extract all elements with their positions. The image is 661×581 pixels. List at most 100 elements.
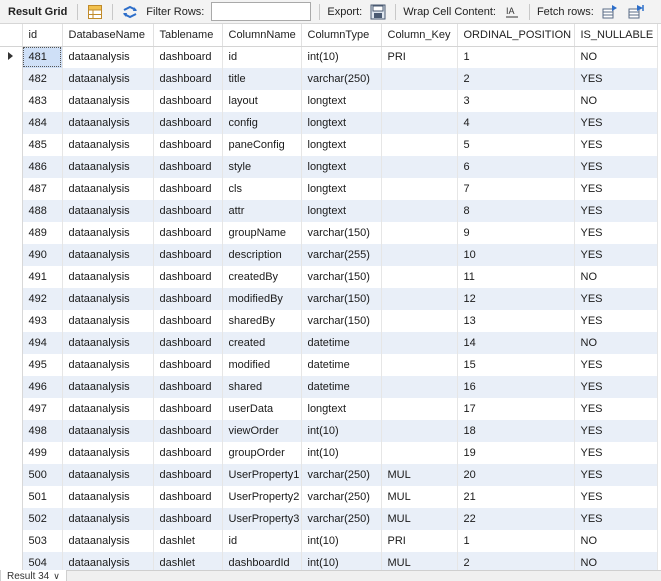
cell-is-nullable[interactable]: YES — [574, 156, 658, 178]
wrap-cell-icon[interactable]: IA — [503, 3, 521, 21]
row-selector[interactable] — [0, 310, 23, 332]
cell-columntype[interactable]: varchar(250) — [301, 508, 382, 530]
row-selector[interactable] — [0, 90, 23, 112]
cell-columnname[interactable]: style — [222, 156, 302, 178]
table-row[interactable]: 498 dataanalysis dashboard viewOrder int(10)… — [0, 420, 658, 442]
table-row[interactable]: 484 dataanalysis dashboard config longtext 4 Y… — [0, 112, 658, 134]
cell-is-nullable[interactable]: YES — [574, 134, 658, 156]
cell-databasename[interactable]: dataanalysis — [62, 552, 154, 570]
row-selector[interactable] — [0, 46, 23, 68]
table-row[interactable]: 496 dataanalysis dashboard shared datetime 16… — [0, 376, 658, 398]
cell-columnname[interactable]: viewOrder — [222, 420, 302, 442]
cell-is-nullable[interactable]: YES — [574, 222, 658, 244]
cell-ordinal-position[interactable]: 19 — [457, 442, 575, 464]
cell-columntype[interactable]: varchar(250) — [301, 464, 382, 486]
cell-columntype[interactable]: datetime — [301, 376, 382, 398]
refresh-icon[interactable] — [121, 3, 139, 21]
cell-column-key[interactable] — [381, 112, 458, 134]
column-header-columnname[interactable]: ColumnName — [222, 24, 302, 47]
table-row[interactable]: 491 dataanalysis dashboard createdBy varchar… — [0, 266, 658, 288]
cell-id[interactable]: 496 — [22, 376, 63, 398]
row-selector[interactable] — [0, 530, 23, 552]
cell-tablename[interactable]: dashboard — [153, 178, 223, 200]
cell-id[interactable]: 487 — [22, 178, 63, 200]
cell-is-nullable[interactable]: NO — [574, 46, 658, 68]
cell-columnname[interactable]: UserProperty2 — [222, 486, 302, 508]
cell-databasename[interactable]: dataanalysis — [62, 266, 154, 288]
cell-columntype[interactable]: varchar(150) — [301, 288, 382, 310]
cell-id[interactable]: 494 — [22, 332, 63, 354]
result-tab[interactable]: Result 34 ∨ — [0, 570, 67, 581]
cell-databasename[interactable]: dataanalysis — [62, 90, 154, 112]
cell-id[interactable]: 502 — [22, 508, 63, 530]
cell-columnname[interactable]: shared — [222, 376, 302, 398]
cell-id[interactable]: 486 — [22, 156, 63, 178]
row-selector[interactable] — [0, 288, 23, 310]
cell-ordinal-position[interactable]: 15 — [457, 354, 575, 376]
cell-id[interactable]: 499 — [22, 442, 63, 464]
cell-ordinal-position[interactable]: 10 — [457, 244, 575, 266]
cell-columntype[interactable]: varchar(250) — [301, 486, 382, 508]
cell-databasename[interactable]: dataanalysis — [62, 156, 154, 178]
cell-is-nullable[interactable]: YES — [574, 200, 658, 222]
cell-tablename[interactable]: dashboard — [153, 332, 223, 354]
cell-column-key[interactable] — [381, 420, 458, 442]
cell-id[interactable]: 481 — [22, 46, 63, 68]
cell-databasename[interactable]: dataanalysis — [62, 420, 154, 442]
cell-ordinal-position[interactable]: 20 — [457, 464, 575, 486]
cell-column-key[interactable] — [381, 134, 458, 156]
cell-columnname[interactable]: config — [222, 112, 302, 134]
table-row[interactable]: 493 dataanalysis dashboard sharedBy varchar(… — [0, 310, 658, 332]
row-selector[interactable] — [0, 134, 23, 156]
table-row[interactable]: 488 dataanalysis dashboard attr longtext 8 YES — [0, 200, 658, 222]
cell-is-nullable[interactable]: NO — [574, 552, 658, 570]
cell-column-key[interactable] — [381, 288, 458, 310]
cell-databasename[interactable]: dataanalysis — [62, 376, 154, 398]
cell-databasename[interactable]: dataanalysis — [62, 200, 154, 222]
cell-columntype[interactable]: longtext — [301, 112, 382, 134]
cell-is-nullable[interactable]: NO — [574, 332, 658, 354]
cell-is-nullable[interactable]: NO — [574, 266, 658, 288]
cell-databasename[interactable]: dataanalysis — [62, 288, 154, 310]
cell-is-nullable[interactable]: YES — [574, 244, 658, 266]
row-selector[interactable] — [0, 156, 23, 178]
cell-databasename[interactable]: dataanalysis — [62, 442, 154, 464]
cell-tablename[interactable]: dashboard — [153, 266, 223, 288]
row-selector[interactable] — [0, 244, 23, 266]
row-selector[interactable] — [0, 376, 23, 398]
cell-columntype[interactable]: int(10) — [301, 552, 382, 570]
cell-databasename[interactable]: dataanalysis — [62, 332, 154, 354]
cell-tablename[interactable]: dashboard — [153, 398, 223, 420]
cell-ordinal-position[interactable]: 14 — [457, 332, 575, 354]
row-selector[interactable] — [0, 398, 23, 420]
cell-columnname[interactable]: dashboardId — [222, 552, 302, 570]
cell-tablename[interactable]: dashboard — [153, 156, 223, 178]
cell-id[interactable]: 492 — [22, 288, 63, 310]
export-icon[interactable] — [369, 3, 387, 21]
cell-id[interactable]: 495 — [22, 354, 63, 376]
cell-ordinal-position[interactable]: 22 — [457, 508, 575, 530]
cell-id[interactable]: 488 — [22, 200, 63, 222]
cell-tablename[interactable]: dashboard — [153, 464, 223, 486]
cell-columntype[interactable]: varchar(150) — [301, 266, 382, 288]
cell-columnname[interactable]: modified — [222, 354, 302, 376]
cell-column-key[interactable] — [381, 178, 458, 200]
cell-id[interactable]: 504 — [22, 552, 63, 570]
table-row[interactable]: 502 dataanalysis dashboard UserProperty3 var… — [0, 508, 658, 530]
cell-is-nullable[interactable]: YES — [574, 112, 658, 134]
cell-columntype[interactable]: longtext — [301, 90, 382, 112]
cell-ordinal-position[interactable]: 6 — [457, 156, 575, 178]
cell-column-key[interactable] — [381, 310, 458, 332]
table-row[interactable]: 500 dataanalysis dashboard UserProperty1 var… — [0, 464, 658, 486]
cell-column-key[interactable]: MUL — [381, 508, 458, 530]
cell-databasename[interactable]: dataanalysis — [62, 244, 154, 266]
row-selector[interactable] — [0, 332, 23, 354]
cell-databasename[interactable]: dataanalysis — [62, 112, 154, 134]
cell-column-key[interactable]: PRI — [381, 530, 458, 552]
cell-id[interactable]: 491 — [22, 266, 63, 288]
row-selector[interactable] — [0, 442, 23, 464]
cell-id[interactable]: 498 — [22, 420, 63, 442]
cell-id[interactable]: 484 — [22, 112, 63, 134]
cell-column-key[interactable] — [381, 354, 458, 376]
cell-databasename[interactable]: dataanalysis — [62, 310, 154, 332]
